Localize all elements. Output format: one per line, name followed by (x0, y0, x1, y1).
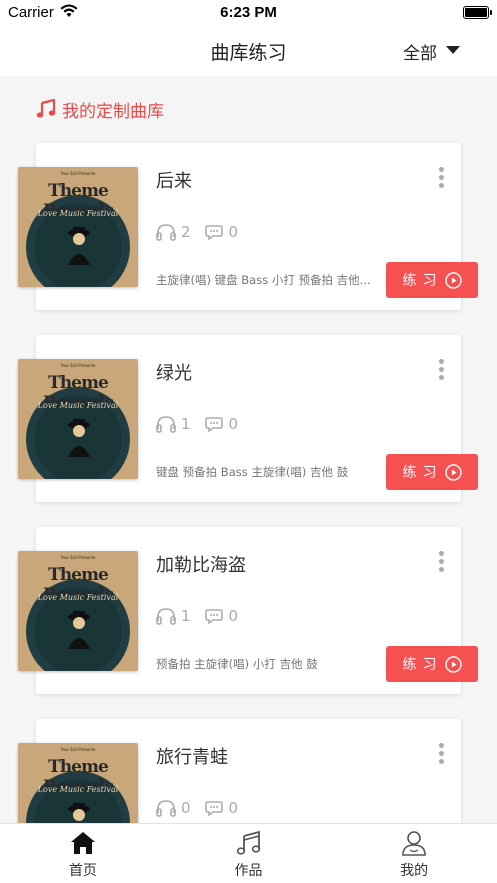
song-card[interactable]: Your Ent Presents Theme Records Love Mus… (18, 527, 478, 694)
instrument-tags: 键盘 预备拍 Bass 主旋律(唱) 吉他 鼓 (156, 465, 349, 479)
cover-subtitle: Love Music Festival (37, 785, 119, 794)
tab-bar: 首页 作品 我的 (0, 823, 497, 883)
cover-subtitle: Love Music Festival (37, 401, 119, 410)
more-vertical-icon[interactable] (439, 167, 445, 191)
nav-bar: 曲库练习 全部 (0, 26, 497, 76)
play-circle-icon (444, 463, 462, 481)
comment-icon (204, 417, 223, 432)
headphones-icon (156, 416, 176, 433)
cover-subtitle: Love Music Festival (37, 593, 119, 602)
practice-button-label: 练习 (402, 273, 443, 289)
tab-label: 作品 (234, 863, 263, 879)
status-time: 6:23 PM (220, 4, 277, 21)
tab-label: 我的 (400, 863, 429, 879)
user-icon (402, 831, 426, 856)
headphones-icon (156, 800, 176, 817)
music-note-icon (36, 99, 56, 118)
comment-count: 0 (228, 799, 239, 817)
practice-button-label: 练习 (402, 657, 443, 673)
play-circle-icon (444, 655, 462, 673)
practice-button-label: 练习 (402, 465, 443, 481)
headphones-icon (156, 608, 176, 625)
tab-home[interactable]: 首页 (0, 824, 166, 883)
tab-works[interactable]: 作品 (166, 824, 332, 883)
listen-count: 1 (181, 607, 191, 625)
album-cover: Your Ent Presents Theme Records Love Mus… (18, 359, 138, 479)
listen-count: 0 (181, 799, 191, 817)
caret-down-icon[interactable] (446, 46, 460, 54)
home-icon (70, 832, 95, 854)
tab-label: 首页 (68, 863, 97, 879)
instrument-tags: 主旋律(唱) 键盘 Bass 小打 预备拍 吉他... (156, 273, 371, 287)
practice-button[interactable]: 练习 (386, 646, 478, 682)
song-card[interactable]: Your Ent Presents Theme Records Love Mus… (18, 143, 478, 310)
play-circle-icon (444, 271, 462, 289)
song-title: 绿光 (156, 363, 192, 384)
song-title: 旅行青蛙 (156, 747, 228, 768)
section-title: 我的定制曲库 (62, 101, 164, 122)
more-vertical-icon[interactable] (439, 551, 445, 575)
song-stats: 1 0 (156, 415, 238, 433)
practice-button[interactable]: 练习 (386, 262, 478, 298)
tab-mine[interactable]: 我的 (331, 824, 497, 883)
song-stats: 2 0 (156, 223, 238, 241)
cover-subtitle: Love Music Festival (37, 209, 119, 218)
song-title: 后来 (156, 171, 192, 192)
music-note-icon (236, 830, 260, 855)
album-cover: Your Ent Presents Theme Records Love Mus… (18, 167, 138, 287)
more-vertical-icon[interactable] (439, 743, 445, 767)
more-vertical-icon[interactable] (439, 359, 445, 383)
listen-count: 2 (181, 223, 191, 241)
comment-icon (204, 609, 223, 624)
battery-icon (463, 6, 492, 19)
comment-icon (204, 801, 223, 816)
status-bar: Carrier 6:23 PM (0, 0, 497, 26)
instrument-tags: 预备拍 主旋律(唱) 小打 吉他 鼓 (156, 657, 318, 671)
comment-count: 0 (228, 223, 239, 241)
song-stats: 0 0 (156, 799, 238, 817)
comment-count: 0 (228, 415, 239, 433)
song-title: 加勒比海盗 (156, 555, 246, 576)
song-card[interactable]: Your Ent Presents Theme Records Love Mus… (18, 335, 478, 502)
practice-button[interactable]: 练习 (386, 454, 478, 490)
section-header: 我的定制曲库 (36, 96, 164, 122)
comment-count: 0 (228, 607, 239, 625)
comment-icon (204, 225, 223, 240)
listen-count: 1 (181, 415, 191, 433)
filter-label: 全部 (403, 44, 437, 64)
headphones-icon (156, 224, 176, 241)
song-stats: 1 0 (156, 607, 238, 625)
album-cover: Your Ent Presents Theme Records Love Mus… (18, 551, 138, 671)
